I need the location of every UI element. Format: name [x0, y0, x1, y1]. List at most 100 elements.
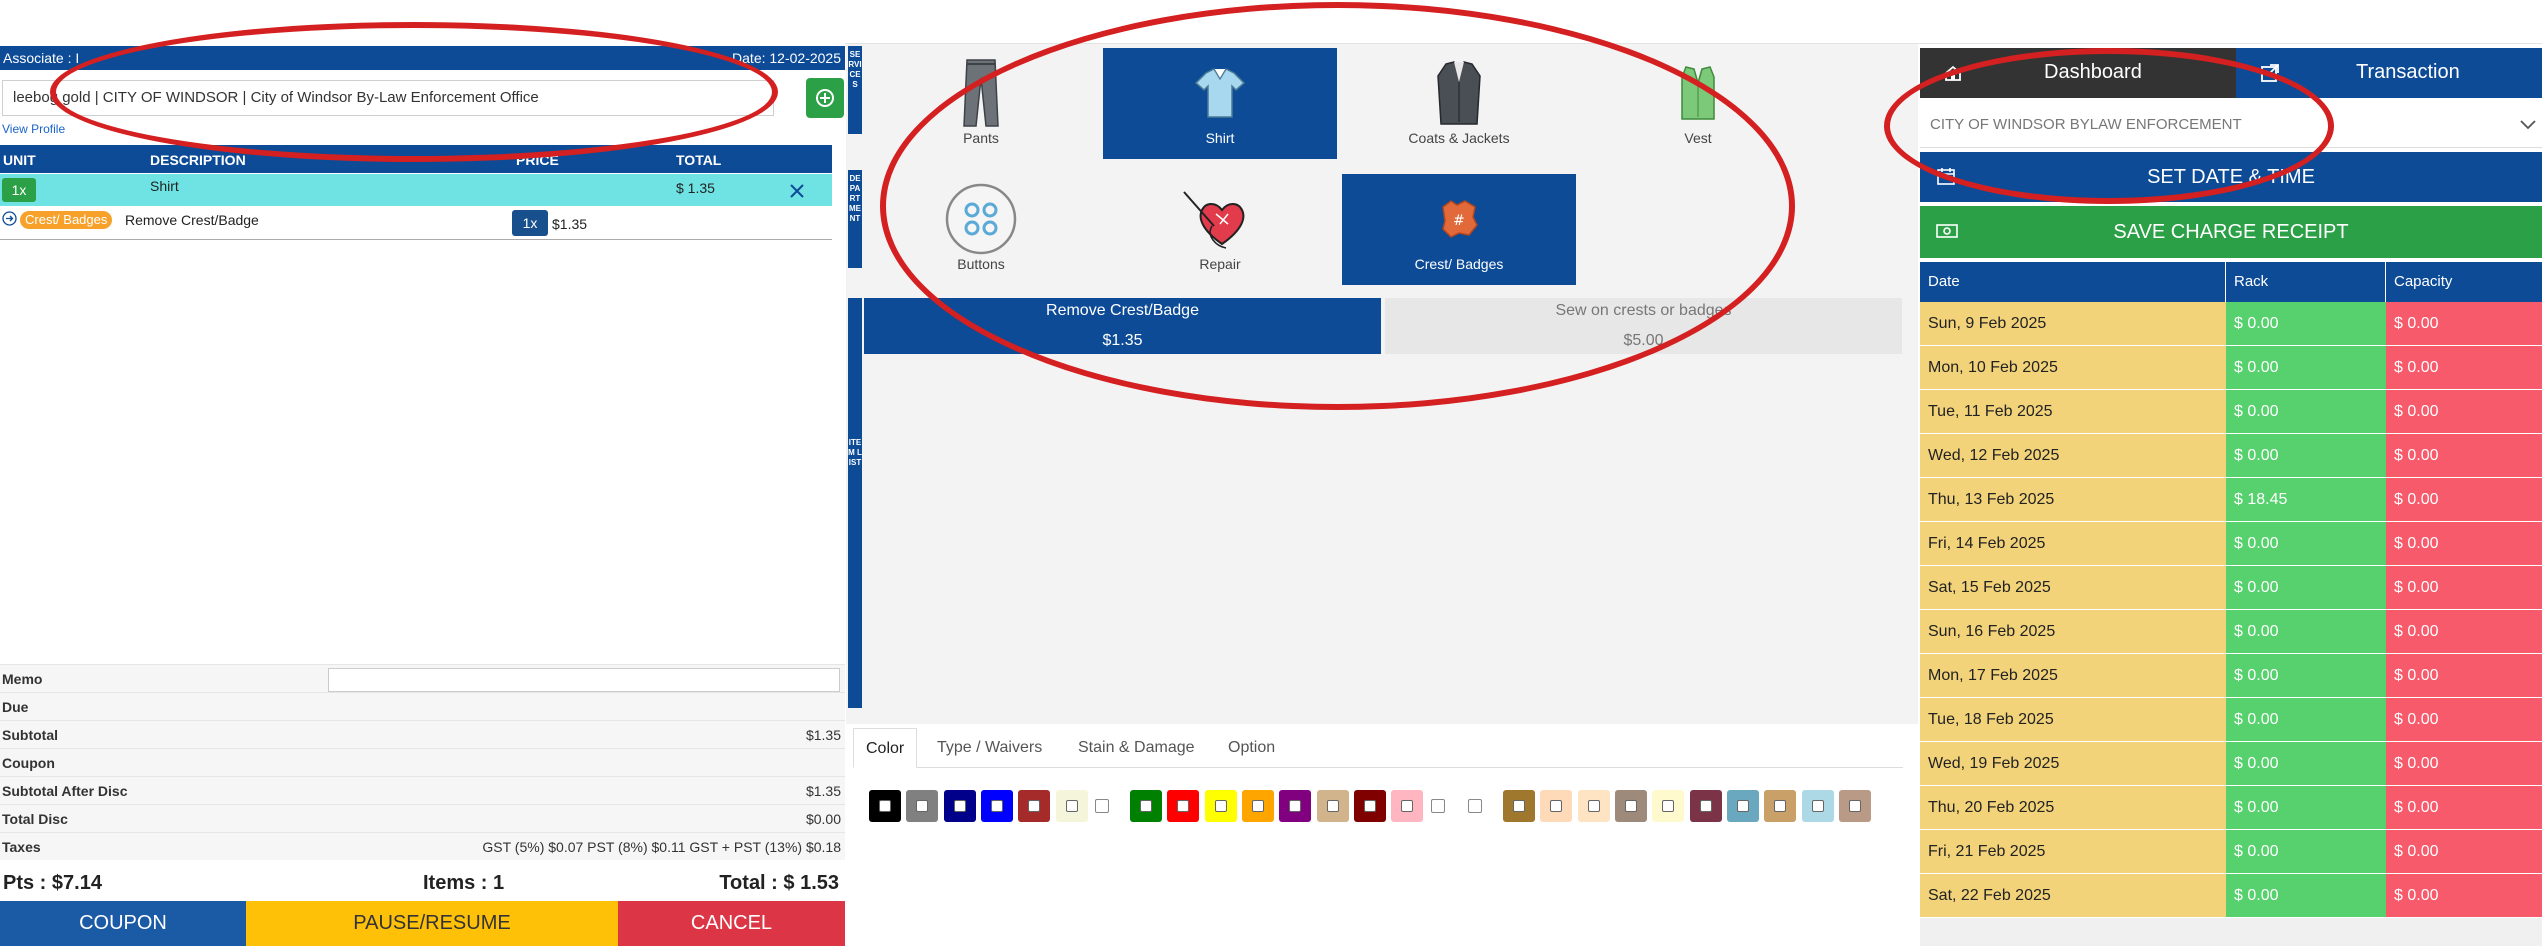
department-side-tab[interactable]: DEPARTMENT — [848, 170, 862, 268]
capacity-rack: $ 0.00 — [2226, 434, 2386, 477]
color-swatch[interactable] — [1018, 790, 1051, 822]
close-icon[interactable] — [790, 184, 804, 198]
cancel-button[interactable]: CANCEL — [618, 901, 845, 946]
tab-color[interactable]: Color — [853, 728, 918, 768]
color-swatch[interactable] — [943, 790, 976, 822]
coupon-button[interactable]: COUPON — [0, 901, 246, 946]
color-swatch[interactable] — [906, 790, 939, 822]
department-tile-repair[interactable]: Repair — [1103, 174, 1337, 285]
department-label-crest-badges: Crest/ Badges — [1414, 256, 1504, 272]
coupon-row: Coupon — [0, 748, 845, 776]
color-swatch[interactable] — [1503, 790, 1536, 822]
capacity-row: Sat, 15 Feb 2025 $ 0.00 $ 0.00 — [1920, 566, 2542, 610]
services-side-tab[interactable]: SERVICES — [848, 46, 862, 134]
line-item-row[interactable]: 1x Shirt $ 1.35 — [0, 174, 832, 206]
department-label-pants: Pants — [963, 130, 999, 146]
capacity-capacity: $ 0.00 — [2386, 302, 2542, 345]
capacity-capacity: $ 0.00 — [2386, 786, 2542, 829]
order-date: Date: 12-02-2025 — [732, 50, 841, 66]
department-tile-pants[interactable]: Pants — [864, 48, 1098, 159]
department-tile-crest-badges[interactable]: # Crest/ Badges — [1342, 174, 1576, 285]
subtotal-row: Subtotal $1.35 — [0, 720, 845, 748]
capacity-date: Fri, 21 Feb 2025 — [1920, 830, 2226, 873]
tab-type-waivers[interactable]: Type / Waivers — [925, 728, 1054, 768]
transaction-button[interactable]: Transaction — [2236, 48, 2542, 98]
line-items-header: UNIT DESCRIPTION PRICE TOTAL — [0, 145, 832, 173]
memo-input[interactable] — [328, 668, 840, 692]
grand-total: Total : $ 1.53 — [719, 872, 839, 894]
capacity-capacity: $ 0.00 — [2386, 566, 2542, 609]
item-tile-sew-crests[interactable]: Sew on crests or badges $5.00 — [1385, 298, 1902, 354]
capacity-row: Thu, 13 Feb 2025 $ 18.45 $ 0.00 — [1920, 478, 2542, 522]
color-swatch[interactable] — [980, 790, 1013, 822]
color-swatch[interactable] — [1316, 790, 1349, 822]
color-swatch[interactable] — [1577, 790, 1610, 822]
set-date-time-button[interactable]: SET DATE & TIME — [1920, 152, 2542, 202]
capacity-date: Mon, 17 Feb 2025 — [1920, 654, 2226, 697]
subtotal-after-disc-label: Subtotal After Disc — [2, 783, 128, 799]
arrow-circle-icon[interactable] — [2, 211, 17, 226]
due-label: Due — [2, 699, 29, 715]
capacity-table-footer — [1920, 918, 2542, 946]
color-swatch[interactable] — [869, 790, 901, 822]
capacity-capacity: $ 0.00 — [2386, 830, 2542, 873]
color-swatch[interactable] — [1764, 790, 1797, 822]
color-swatch-none[interactable] — [1430, 799, 1445, 813]
color-swatch[interactable] — [1242, 790, 1274, 822]
capacity-capacity: $ 0.00 — [2386, 698, 2542, 741]
tab-stain-damage[interactable]: Stain & Damage — [1066, 728, 1207, 768]
department-label-vest: Vest — [1684, 130, 1712, 146]
capacity-capacity: $ 0.00 — [2386, 346, 2542, 389]
capacity-date: Mon, 10 Feb 2025 — [1920, 346, 2226, 389]
color-swatch[interactable] — [1167, 790, 1200, 822]
capacity-rack: $ 0.00 — [2226, 654, 2386, 697]
color-swatch[interactable] — [1391, 790, 1424, 822]
subitem-qty-badge[interactable]: 1x — [512, 210, 548, 236]
capacity-date: Wed, 12 Feb 2025 — [1920, 434, 2226, 477]
line-item-subrow[interactable]: Crest/ Badges Remove Crest/Badge 1x $1.3… — [0, 208, 832, 240]
crest-icon: # — [1342, 184, 1576, 254]
capacity-rack: $ 0.00 — [2226, 302, 2386, 345]
pause-resume-button[interactable]: PAUSE/RESUME — [246, 901, 618, 946]
view-profile-link[interactable]: View Profile — [2, 122, 65, 136]
capacity-rack: $ 0.00 — [2226, 346, 2386, 389]
color-swatch[interactable] — [1055, 790, 1088, 822]
color-swatch[interactable] — [1540, 790, 1573, 822]
color-swatch[interactable] — [1130, 790, 1163, 822]
color-swatch[interactable] — [1838, 790, 1871, 822]
points-total: Pts : $7.14 — [3, 872, 102, 894]
save-charge-receipt-button[interactable]: SAVE CHARGE RECEIPT — [1920, 206, 2542, 258]
color-swatch-none[interactable] — [1467, 799, 1482, 813]
color-swatch[interactable] — [1279, 790, 1312, 822]
color-swatch-none[interactable] — [1094, 799, 1109, 813]
item-tile-remove-crest[interactable]: Remove Crest/Badge $1.35 — [864, 298, 1381, 354]
capacity-date: Sat, 15 Feb 2025 — [1920, 566, 2226, 609]
associate-label: Associate : I — [3, 50, 80, 66]
add-customer-button[interactable] — [806, 78, 844, 118]
memo-label: Memo — [2, 671, 43, 687]
department-tile-shirt[interactable]: Shirt — [1103, 48, 1337, 159]
color-swatch[interactable] — [1615, 790, 1647, 822]
color-swatch[interactable] — [1652, 790, 1685, 822]
capacity-capacity: $ 0.00 — [2386, 874, 2542, 917]
capacity-rack: $ 18.45 — [2226, 478, 2386, 521]
qty-badge[interactable]: 1x — [2, 178, 36, 202]
dashboard-button[interactable]: Dashboard — [1920, 48, 2236, 98]
capacity-row: Fri, 14 Feb 2025 $ 0.00 $ 0.00 — [1920, 522, 2542, 566]
tab-option[interactable]: Option — [1216, 728, 1287, 768]
customer-search-input[interactable]: leebog gold | CITY OF WINDSOR | City of … — [2, 80, 774, 116]
department-tile-coats[interactable]: Coats & Jackets — [1342, 48, 1576, 159]
capacity-capacity: $ 0.00 — [2386, 522, 2542, 565]
color-swatch[interactable] — [1204, 790, 1237, 822]
color-swatch[interactable] — [1353, 790, 1386, 822]
capacity-date: Tue, 11 Feb 2025 — [1920, 390, 2226, 433]
color-swatch[interactable] — [1689, 790, 1722, 822]
department-select[interactable]: CITY OF WINDSOR BYLAW ENFORCEMENT — [1920, 102, 2542, 148]
department-tile-vest[interactable]: Vest — [1581, 48, 1815, 159]
capacity-row: Fri, 21 Feb 2025 $ 0.00 $ 0.00 — [1920, 830, 2542, 874]
color-swatch[interactable] — [1726, 790, 1759, 822]
external-link-icon — [2261, 64, 2279, 82]
department-tile-buttons[interactable]: Buttons — [864, 174, 1098, 285]
color-swatch[interactable] — [1801, 790, 1834, 822]
item-list-side-tab[interactable]: ITEM LIST — [848, 298, 862, 708]
